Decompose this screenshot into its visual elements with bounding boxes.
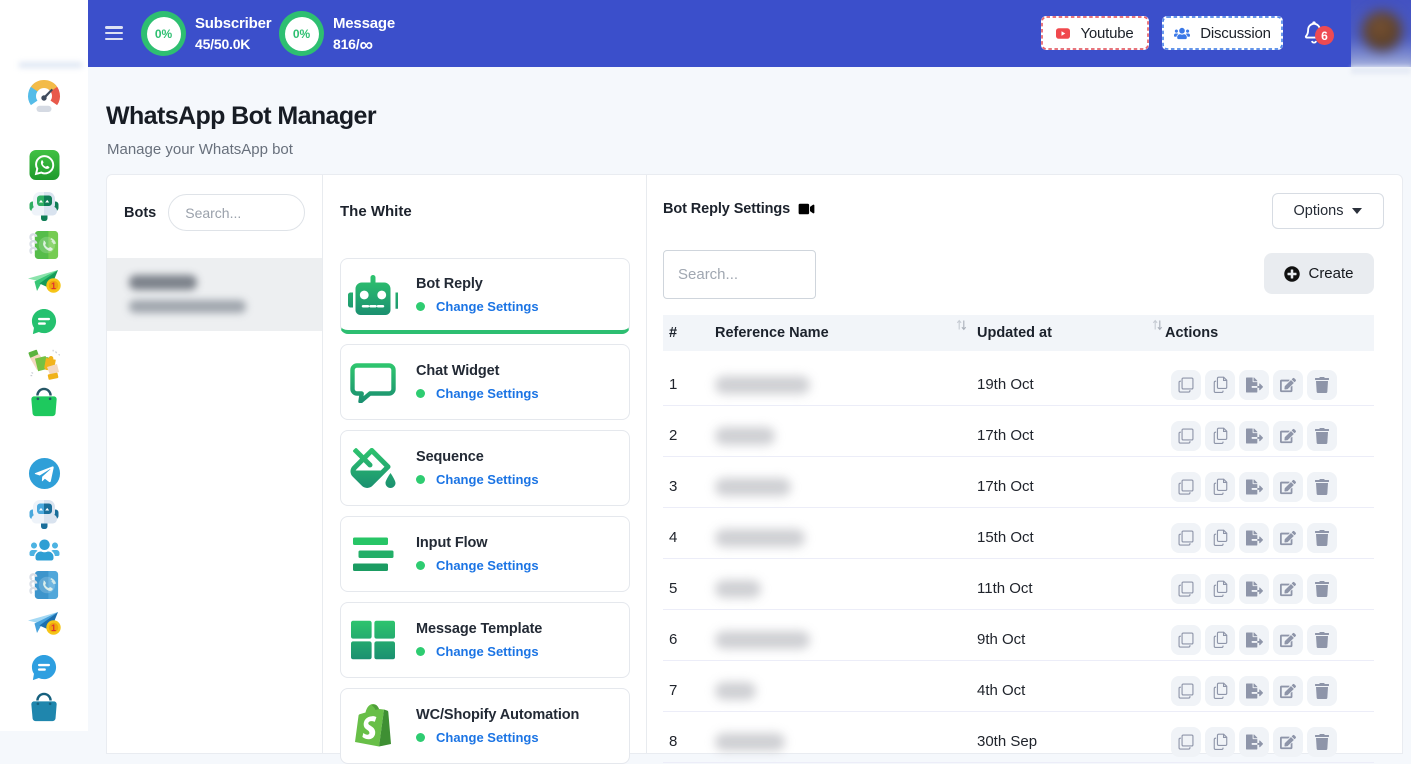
svg-text:1: 1 — [51, 281, 56, 291]
svg-text:1: 1 — [51, 623, 56, 633]
